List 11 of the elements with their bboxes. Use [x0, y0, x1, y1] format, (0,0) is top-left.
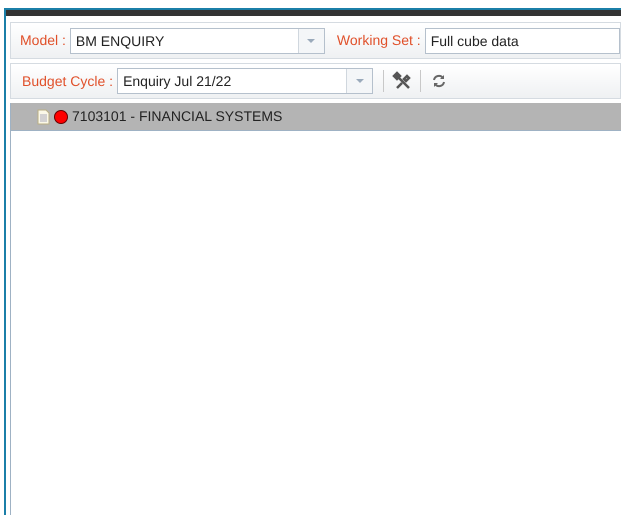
model-dropdown[interactable]: BM ENQUIRY [70, 28, 325, 54]
field-label: Budget Cycle : [22, 72, 114, 91]
refresh-icon [431, 73, 448, 89]
tree-item-label: 7103101 - FINANCIAL SYSTEMS [72, 107, 282, 126]
document-icon [37, 108, 50, 124]
field-label: Working Set : [336, 31, 421, 50]
budget-cycle-dropdown[interactable]: Enquiry Jul 21/22 [117, 68, 374, 94]
tree-item[interactable]: 7103101 - FINANCIAL SYSTEMS [11, 103, 621, 131]
field-label: Model : [20, 31, 66, 50]
tools-icon [392, 71, 412, 91]
working-set-dropdown[interactable]: Full cube data [424, 28, 620, 54]
